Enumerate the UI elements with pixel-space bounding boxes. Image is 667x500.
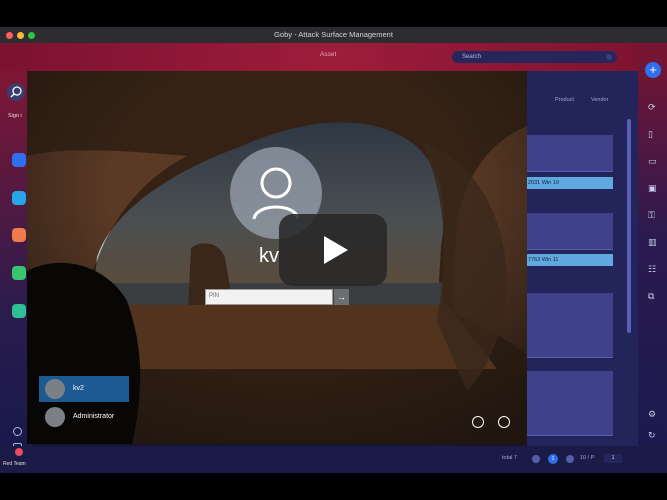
user-avatar bbox=[45, 379, 65, 399]
bottom-bar: Red Team total 7 1 10 / P 1 bbox=[0, 446, 667, 473]
chat-icon[interactable]: ▭ bbox=[648, 156, 657, 166]
per-page-select[interactable]: 10 / P bbox=[580, 455, 594, 461]
pagination-total: total 7 bbox=[502, 455, 517, 461]
video-player[interactable]: kv PIN → kv2 Administrator bbox=[27, 71, 527, 444]
asset-card[interactable] bbox=[527, 213, 613, 250]
asset-icon[interactable] bbox=[12, 191, 26, 205]
team-label: Red Team bbox=[3, 461, 26, 467]
search-placeholder: Search bbox=[462, 54, 482, 60]
right-sidebar: + ⟳ ▯ ▭ ▣ ⚿ ▥ ☷ ⧉ ⚙ ↻ ✎ bbox=[638, 43, 667, 473]
refresh-icon[interactable]: ⟳ bbox=[648, 102, 656, 112]
user-tile-kv2[interactable]: kv2 bbox=[39, 376, 129, 402]
window-title: Goby - Attack Surface Management bbox=[274, 30, 393, 39]
asset-card[interactable] bbox=[527, 135, 613, 172]
asset-card[interactable] bbox=[527, 371, 613, 436]
page-jump-input[interactable]: 1 bbox=[604, 454, 622, 463]
asset-row-highlight[interactable]: 7763 Win 11 bbox=[527, 254, 613, 266]
copy-icon[interactable]: ⧉ bbox=[648, 291, 654, 301]
history-icon[interactable] bbox=[13, 427, 22, 436]
ease-of-access-icon[interactable] bbox=[472, 416, 484, 428]
lock-icon[interactable]: ⚿ bbox=[648, 210, 655, 220]
user-list-icon[interactable]: ☷ bbox=[648, 264, 656, 274]
tab-vendor[interactable]: Vendor bbox=[591, 97, 608, 103]
vulnerability-icon[interactable] bbox=[12, 228, 26, 242]
asset-card[interactable] bbox=[527, 293, 613, 358]
sign-in-label[interactable]: Sign i bbox=[8, 113, 22, 119]
document-icon[interactable]: ▯ bbox=[648, 129, 653, 139]
tab-product[interactable]: Product bbox=[555, 97, 574, 103]
pin-field[interactable]: PIN bbox=[205, 289, 333, 305]
username-heading: kv bbox=[259, 245, 279, 267]
scrollbar[interactable] bbox=[627, 119, 631, 333]
sync-icon[interactable]: ↻ bbox=[648, 430, 656, 440]
search-input[interactable]: Search bbox=[452, 51, 617, 63]
user-name: Administrator bbox=[73, 413, 115, 420]
add-icon[interactable]: + bbox=[645, 62, 661, 78]
app-header: Asset Search bbox=[0, 43, 667, 71]
user-tile-administrator[interactable]: Administrator bbox=[39, 404, 129, 430]
current-page[interactable]: 1 bbox=[548, 454, 558, 464]
asset-row-highlight[interactable]: 2031 Win 10 bbox=[527, 177, 613, 189]
submit-arrow-icon[interactable]: → bbox=[334, 289, 349, 305]
prev-page-button[interactable] bbox=[532, 455, 540, 463]
extension-icon[interactable] bbox=[12, 304, 26, 318]
user-avatar bbox=[45, 407, 65, 427]
close-window-button[interactable] bbox=[6, 31, 13, 39]
dashboard-icon[interactable] bbox=[12, 153, 26, 167]
scan-logo-icon[interactable] bbox=[7, 83, 25, 101]
gear-icon[interactable]: ⚙ bbox=[648, 409, 656, 419]
power-icon[interactable] bbox=[498, 416, 510, 428]
page-title: Asset bbox=[320, 51, 337, 58]
next-page-button[interactable] bbox=[566, 455, 574, 463]
user-name: kv2 bbox=[73, 385, 84, 392]
window-titlebar: Goby - Attack Surface Management bbox=[0, 27, 667, 43]
play-button[interactable] bbox=[279, 214, 387, 286]
search-icon[interactable] bbox=[606, 54, 612, 60]
report-icon[interactable] bbox=[12, 266, 26, 280]
chart-icon[interactable]: ▥ bbox=[648, 237, 657, 247]
alert-icon[interactable] bbox=[15, 448, 23, 456]
image-icon[interactable]: ▣ bbox=[648, 183, 657, 193]
maximize-window-button[interactable] bbox=[28, 31, 35, 39]
minimize-window-button[interactable] bbox=[17, 31, 24, 39]
play-button-icon bbox=[324, 236, 348, 264]
pin-placeholder: PIN bbox=[209, 293, 220, 299]
